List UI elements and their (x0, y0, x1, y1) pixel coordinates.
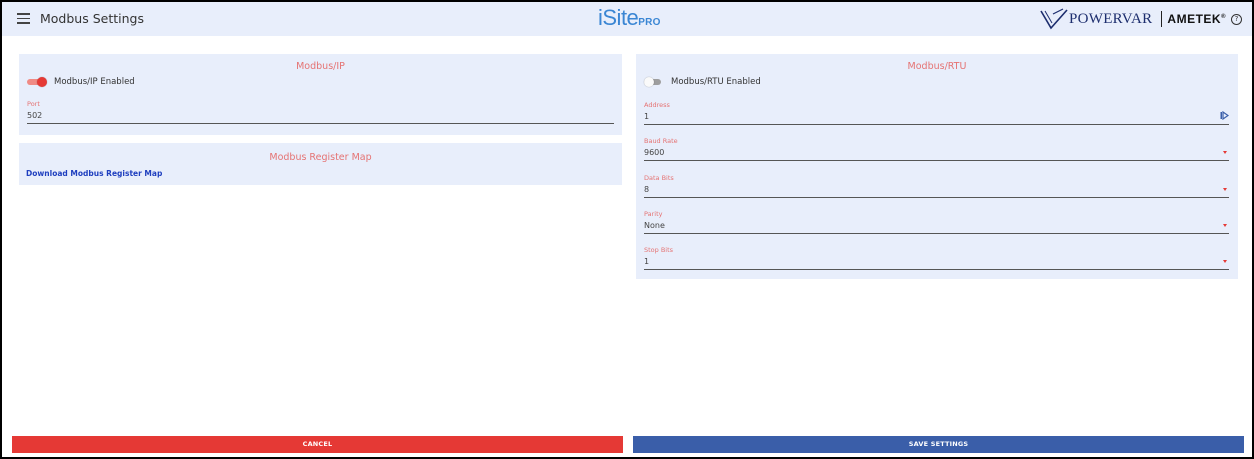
baud-rate-select[interactable]: 9600 (644, 148, 1229, 161)
data-bits-field[interactable]: Data Bits 8 (644, 174, 1229, 198)
app-frame: Modbus Settings iSitePRO POWERVAR AMETEK… (0, 0, 1254, 459)
modbus-ip-title: Modbus/IP (296, 61, 345, 72)
register-map-title: Modbus Register Map (269, 152, 372, 163)
dropdown-arrow-icon[interactable] (1223, 188, 1227, 191)
data-bits-label: Data Bits (644, 174, 674, 182)
parity-field[interactable]: Parity None (644, 210, 1229, 234)
stop-bits-field[interactable]: Stop Bits 1 (644, 246, 1229, 270)
cancel-button[interactable]: CANCEL (12, 436, 623, 453)
modbus-ip-panel: Modbus/IP Modbus/IP Enabled Port 502 (19, 54, 622, 135)
isite-pro-logo: iSitePRO (598, 5, 661, 31)
register-map-panel: Modbus Register Map Download Modbus Regi… (19, 143, 622, 185)
hamburger-menu-icon[interactable] (17, 13, 30, 24)
logo-isite-text: iSite (598, 5, 639, 30)
top-bar: Modbus Settings iSitePRO POWERVAR AMETEK… (2, 2, 1252, 36)
modbus-rtu-title: Modbus/RTU (907, 61, 967, 72)
stop-bits-select[interactable]: 1 (644, 257, 1229, 270)
save-settings-button[interactable]: SAVE SETTINGS (633, 436, 1244, 453)
stop-bits-value: 1 (644, 257, 650, 266)
brand-divider (1161, 11, 1163, 27)
baud-rate-field[interactable]: Baud Rate 9600 (644, 137, 1229, 161)
parity-label: Parity (644, 210, 663, 218)
download-register-map-link[interactable]: Download Modbus Register Map (26, 169, 162, 178)
ametek-brand-name: AMETEK (1167, 12, 1222, 26)
data-bits-value: 8 (644, 185, 650, 194)
input-action-icon[interactable] (1220, 111, 1229, 120)
port-field[interactable]: Port 502 (27, 100, 614, 124)
modbus-rtu-panel: Modbus/RTU Modbus/RTU Enabled Address 1 … (636, 54, 1238, 279)
address-value: 1 (644, 112, 650, 121)
dropdown-arrow-icon[interactable] (1223, 224, 1227, 227)
baud-rate-value: 9600 (644, 148, 665, 157)
address-input[interactable]: 1 (644, 111, 1229, 125)
page-title: Modbus Settings (40, 11, 144, 26)
port-label: Port (27, 100, 40, 108)
help-circle-icon[interactable]: ? (1231, 14, 1242, 25)
parity-select[interactable]: None (644, 221, 1229, 234)
dropdown-arrow-icon[interactable] (1223, 151, 1227, 154)
modbus-ip-enabled-label: Modbus/IP Enabled (54, 77, 135, 87)
baud-rate-label: Baud Rate (644, 137, 678, 145)
ametek-registered-mark: ® (1221, 14, 1226, 20)
address-label: Address (644, 101, 670, 109)
logo-pro-text: PRO (638, 17, 661, 28)
modbus-ip-enabled-toggle[interactable]: Modbus/IP Enabled (27, 77, 135, 87)
toggle-switch-icon[interactable] (644, 77, 664, 87)
modbus-rtu-enabled-toggle[interactable]: Modbus/RTU Enabled (644, 77, 761, 87)
brand-logos: POWERVAR AMETEK® (1039, 8, 1226, 30)
powervar-logo-icon (1040, 8, 1068, 30)
toggle-switch-icon[interactable] (27, 77, 47, 87)
modbus-rtu-enabled-label: Modbus/RTU Enabled (671, 77, 761, 87)
port-input[interactable]: 502 (27, 111, 614, 124)
powervar-brand-text: POWERVAR (1068, 10, 1153, 27)
dropdown-arrow-icon[interactable] (1223, 260, 1227, 263)
ametek-brand-text: AMETEK® (1167, 12, 1226, 26)
parity-value: None (644, 221, 665, 230)
data-bits-select[interactable]: 8 (644, 185, 1229, 198)
stop-bits-label: Stop Bits (644, 246, 674, 254)
address-field[interactable]: Address 1 (644, 101, 1229, 125)
